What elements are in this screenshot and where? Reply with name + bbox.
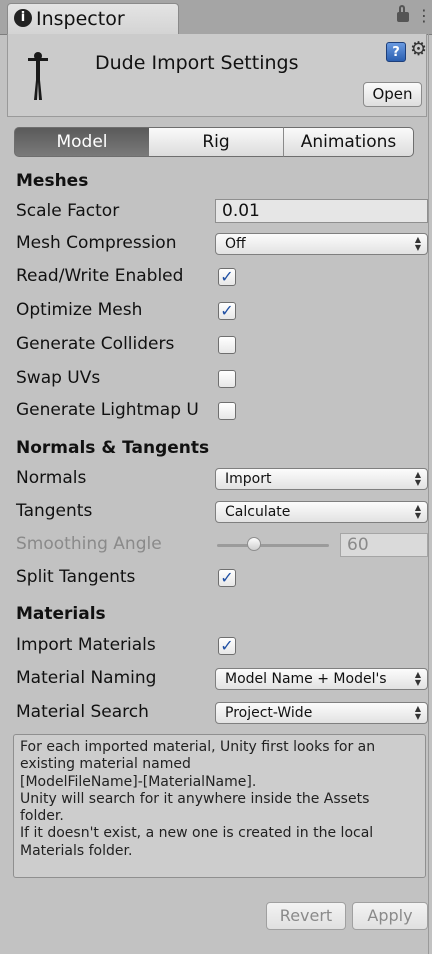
tangents-value: Calculate — [225, 504, 291, 520]
split-tangents-label: Split Tangents — [16, 567, 136, 587]
swap-uvs-checkbox[interactable] — [218, 370, 236, 388]
select-arrows-icon: ▲ ▼ — [414, 470, 421, 487]
apply-button[interactable]: Apply — [352, 902, 428, 930]
help-line: existing material named — [20, 756, 191, 773]
read-write-checkbox[interactable]: ✓ — [218, 268, 236, 286]
material-naming-select[interactable]: Model Name + Model's ▲ ▼ — [215, 668, 428, 690]
optimize-mesh-label: Optimize Mesh — [16, 300, 143, 320]
materials-heading: Materials — [16, 604, 106, 624]
scale-factor-input[interactable]: 0.01 — [215, 199, 428, 223]
generate-colliders-label: Generate Colliders — [16, 334, 175, 354]
mesh-compression-label: Mesh Compression — [16, 233, 177, 253]
lock-icon[interactable] — [397, 5, 409, 22]
material-naming-value: Model Name + Model's — [225, 671, 387, 687]
revert-button[interactable]: Revert — [266, 902, 346, 930]
normals-label: Normals — [16, 468, 87, 488]
panel-border — [428, 34, 429, 954]
swap-uvs-label: Swap UVs — [16, 368, 101, 388]
help-line: If it doesn't exist, a new one is create… — [20, 825, 374, 842]
tab-rig[interactable]: Rig — [149, 127, 284, 157]
open-button[interactable]: Open — [363, 82, 422, 107]
tangents-select[interactable]: Calculate ▲ ▼ — [215, 501, 428, 523]
smoothing-angle-input[interactable]: 60 — [340, 533, 428, 557]
meshes-heading: Meshes — [16, 171, 89, 191]
help-line: Materials folder. — [20, 842, 133, 859]
info-icon: i — [14, 8, 32, 27]
select-arrows-icon: ▲ ▼ — [414, 670, 421, 687]
split-tangents-checkbox[interactable]: ✓ — [218, 569, 236, 587]
help-box: For each imported material, Unity first … — [13, 734, 426, 878]
tab-animations[interactable]: Animations — [283, 127, 414, 157]
normals-select[interactable]: Import ▲ ▼ — [215, 468, 428, 490]
slider-handle[interactable] — [247, 537, 261, 551]
tab-menu-icon[interactable]: ⋮ — [416, 6, 432, 25]
tangents-label: Tangents — [16, 501, 93, 521]
import-materials-checkbox[interactable]: ✓ — [218, 637, 236, 655]
smoothing-angle-slider[interactable] — [217, 544, 329, 547]
material-naming-label: Material Naming — [16, 668, 157, 688]
scale-factor-label: Scale Factor — [16, 201, 120, 221]
help-line: folder. — [20, 808, 64, 825]
material-search-select[interactable]: Project-Wide ▲ ▼ — [215, 702, 428, 724]
help-line: Unity will search for it anywhere inside… — [20, 790, 370, 807]
import-materials-label: Import Materials — [16, 635, 156, 655]
material-search-value: Project-Wide — [225, 705, 313, 721]
select-arrows-icon: ▲ ▼ — [414, 704, 421, 721]
read-write-label: Read/Write Enabled — [16, 266, 184, 286]
tab-inspector[interactable]: i Inspector — [7, 3, 179, 35]
select-arrows-icon: ▲ ▼ — [414, 503, 421, 520]
help-book-icon[interactable]: ? — [386, 42, 406, 62]
normals-heading: Normals & Tangents — [16, 438, 210, 458]
generate-lightmap-checkbox[interactable] — [218, 402, 236, 420]
generate-lightmap-label: Generate Lightmap U — [16, 400, 199, 420]
normals-value: Import — [225, 471, 272, 487]
mesh-compression-select[interactable]: Off ▲ ▼ — [215, 233, 428, 255]
material-search-label: Material Search — [16, 702, 149, 722]
page-title: Dude Import Settings — [95, 52, 299, 74]
help-line: For each imported material, Unity first … — [20, 739, 376, 755]
model-thumbnail — [28, 52, 48, 100]
smoothing-angle-label: Smoothing Angle — [16, 534, 162, 554]
tab-label: Inspector — [36, 8, 125, 30]
mesh-compression-value: Off — [225, 236, 246, 252]
optimize-mesh-checkbox[interactable]: ✓ — [218, 302, 236, 320]
select-arrows-icon: ▲ ▼ — [414, 235, 421, 252]
gear-icon[interactable]: ⚙ — [410, 38, 427, 60]
tab-model[interactable]: Model — [14, 127, 150, 157]
help-line: [ModelFileName]-[MaterialName]. — [20, 773, 257, 790]
generate-colliders-checkbox[interactable] — [218, 336, 236, 354]
